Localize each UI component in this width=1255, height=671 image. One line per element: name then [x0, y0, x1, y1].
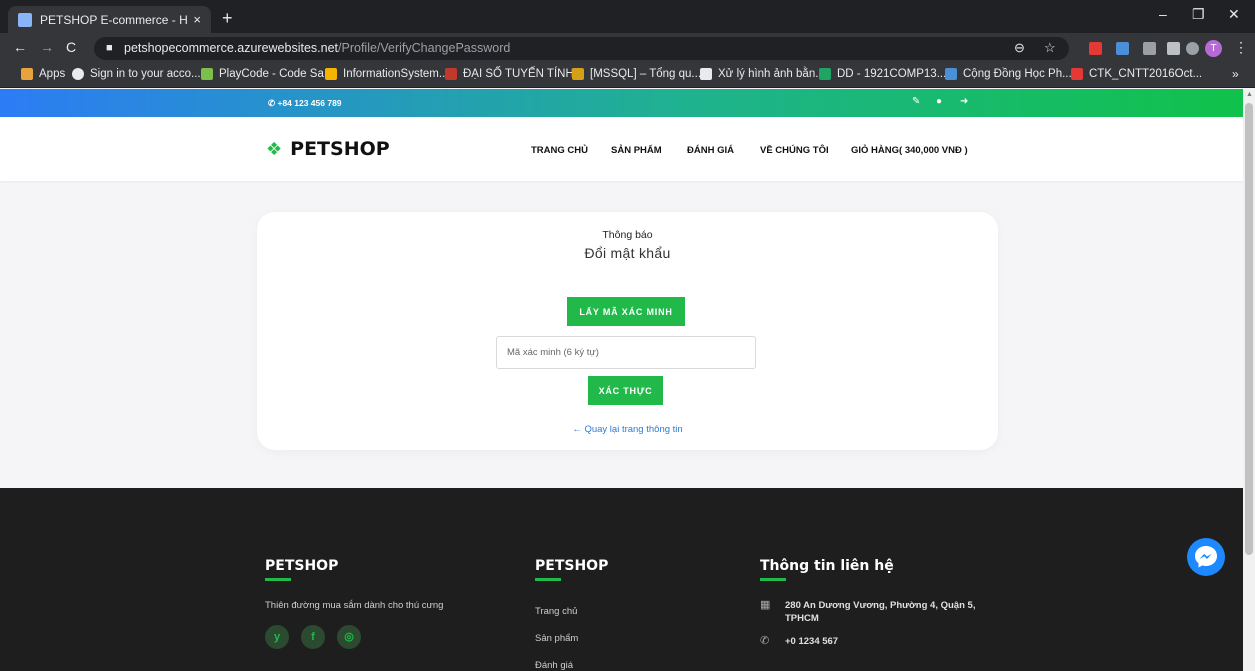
get-code-button[interactable]: LẤY MÃ XÁC MINH: [567, 297, 685, 326]
bookmark-item[interactable]: [MSSQL] – Tổng qu...: [572, 68, 701, 80]
footer-phone: +0 1234 567: [785, 636, 839, 647]
maximize-icon[interactable]: ❐: [1192, 6, 1205, 23]
web-page: ✆ +84 123 456 789 ✎ ● ➜ ❖ PETSHOP TRANG …: [0, 89, 1243, 671]
browser-menu-icon[interactable]: ⋮: [1234, 39, 1248, 56]
bookmark-icon: [945, 68, 957, 80]
bookmark-item[interactable]: ĐẠI SỐ TUYẾN TÍNH: [445, 68, 574, 80]
facebook-icon[interactable]: f: [301, 625, 325, 649]
footer-divider: [760, 578, 786, 581]
browser-tab[interactable]: PETSHOP E-commerce - HCMUE ×: [8, 6, 211, 33]
bookmark-item[interactable]: PlayCode - Code Sa...: [201, 68, 333, 80]
top-info-bar: ✆ +84 123 456 789 ✎ ● ➜: [0, 89, 1243, 117]
footer-link-products[interactable]: Sản phẩm: [535, 633, 578, 644]
back-icon[interactable]: ←: [13, 39, 27, 55]
address-bar[interactable]: ■ petshopecommerce.azurewebsites.net/Pro…: [94, 37, 1069, 60]
address-url: petshopecommerce.azurewebsites.net/Profi…: [124, 41, 511, 55]
nav-about[interactable]: VỀ CHÚNG TÔI: [760, 145, 829, 156]
new-tab-button[interactable]: +: [222, 8, 233, 29]
footer-address-line2: TPHCM: [785, 613, 819, 624]
browser-tab-strip: PETSHOP E-commerce - HCMUE × + – ❐ ✕: [0, 0, 1255, 33]
bookmark-icon: [445, 68, 457, 80]
footer-divider: [535, 578, 561, 581]
bookmark-item[interactable]: CTK_CNTT2016Oct...: [1071, 68, 1202, 80]
minimize-icon[interactable]: –: [1159, 6, 1167, 22]
scroll-up-icon[interactable]: ▲: [1246, 91, 1253, 98]
nav-home[interactable]: TRANG CHỦ: [531, 145, 588, 156]
site-logo[interactable]: ❖ PETSHOP: [266, 138, 390, 160]
bookmark-item[interactable]: Sign in to your acco...: [72, 68, 201, 80]
verify-card: Thông báo Đổi mật khẩu LẤY MÃ XÁC MINH X…: [257, 212, 998, 450]
footer-divider: [265, 578, 291, 581]
user-icon[interactable]: ●: [936, 96, 942, 107]
lock-icon[interactable]: ■: [106, 42, 113, 54]
bookmark-item[interactable]: DD - 1921COMP13...: [819, 68, 946, 80]
bookmark-icon: [700, 68, 712, 80]
bookmarks-overflow-icon[interactable]: »: [1232, 67, 1239, 81]
logout-icon[interactable]: ➜: [960, 96, 968, 107]
reload-icon[interactable]: C: [66, 39, 76, 55]
edit-icon[interactable]: ✎: [912, 96, 920, 107]
apps-grid-icon: [21, 68, 33, 80]
bookmark-icon: [325, 68, 337, 80]
bookmark-item[interactable]: Cộng Đồng Học Ph...: [945, 68, 1072, 80]
bookmark-icon: [819, 68, 831, 80]
bookmark-star-icon[interactable]: ☆: [1044, 40, 1056, 56]
forward-icon[interactable]: →: [40, 39, 54, 55]
paw-icon: ❖: [266, 138, 283, 160]
footer-address-line1: 280 An Dương Vương, Phường 4, Quận 5,: [785, 600, 976, 611]
browser-toolbar: ← → C ■ petshopecommerce.azurewebsites.n…: [0, 33, 1255, 63]
nav-cart[interactable]: GIỎ HÀNG( 340,000 VNĐ ): [851, 145, 968, 156]
zoom-icon[interactable]: ⊖: [1014, 40, 1025, 56]
bookmark-item[interactable]: InformationSystem...: [325, 68, 448, 80]
nav-reviews[interactable]: ĐÁNH GIÁ: [687, 145, 734, 156]
instagram-icon[interactable]: ◎: [337, 625, 361, 649]
footer-contact-title: Thông tin liên hệ: [760, 558, 894, 574]
back-to-profile-link[interactable]: ← Quay lại trang thông tin: [257, 424, 998, 435]
page-scrollbar[interactable]: ▲: [1243, 89, 1255, 671]
reading-list-icon[interactable]: [1167, 42, 1180, 55]
messenger-chat-icon[interactable]: [1187, 538, 1225, 576]
site-footer: PETSHOP Thiên đường mua sắm dành cho thú…: [0, 488, 1243, 671]
scrollbar-thumb[interactable]: [1245, 103, 1253, 555]
footer-brand-title: PETSHOP: [265, 558, 339, 574]
topbar-phone: ✆ +84 123 456 789: [268, 98, 342, 108]
bookmarks-bar: Apps Sign in to your acco... PlayCode - …: [0, 63, 1255, 88]
extensions-puzzle-icon[interactable]: [1143, 42, 1156, 55]
card-heading: Đổi mật khẩu: [584, 245, 671, 261]
bookmark-item[interactable]: Xử lý hình ảnh bằn...: [700, 68, 825, 80]
key-icon[interactable]: [1186, 42, 1199, 55]
close-window-icon[interactable]: ✕: [1228, 6, 1240, 23]
site-header: ❖ PETSHOP TRANG CHỦ SẢN PHẨM ĐÁNH GIÁ VỀ…: [0, 117, 1243, 181]
footer-link-home[interactable]: Trang chủ: [535, 606, 577, 617]
card-caption: Thông báo: [602, 229, 653, 241]
bookmark-icon: [201, 68, 213, 80]
bookmark-icon: [572, 68, 584, 80]
phone-icon: ✆: [760, 635, 770, 647]
profile-avatar[interactable]: T: [1205, 40, 1222, 57]
footer-links-title: PETSHOP: [535, 558, 609, 574]
tab-close-icon[interactable]: ×: [193, 12, 201, 27]
bookmark-icon: [72, 68, 84, 80]
verification-code-input[interactable]: [496, 336, 756, 369]
extension-red-icon[interactable]: [1089, 42, 1102, 55]
map-icon: ▦: [760, 599, 771, 611]
extension-translate-icon[interactable]: [1116, 42, 1129, 55]
twitter-icon[interactable]: y: [265, 625, 289, 649]
footer-link-reviews[interactable]: Đánh giá: [535, 660, 573, 671]
bookmark-apps[interactable]: Apps: [21, 68, 65, 80]
page-favicon-icon: [18, 12, 32, 27]
verify-button[interactable]: XÁC THỰC: [588, 376, 663, 405]
footer-tagline: Thiên đường mua sắm dành cho thú cưng: [265, 600, 444, 611]
pdf-icon: [1071, 68, 1083, 80]
nav-products[interactable]: SẢN PHẨM: [611, 145, 662, 156]
tab-title: PETSHOP E-commerce - HCMUE: [40, 12, 188, 27]
